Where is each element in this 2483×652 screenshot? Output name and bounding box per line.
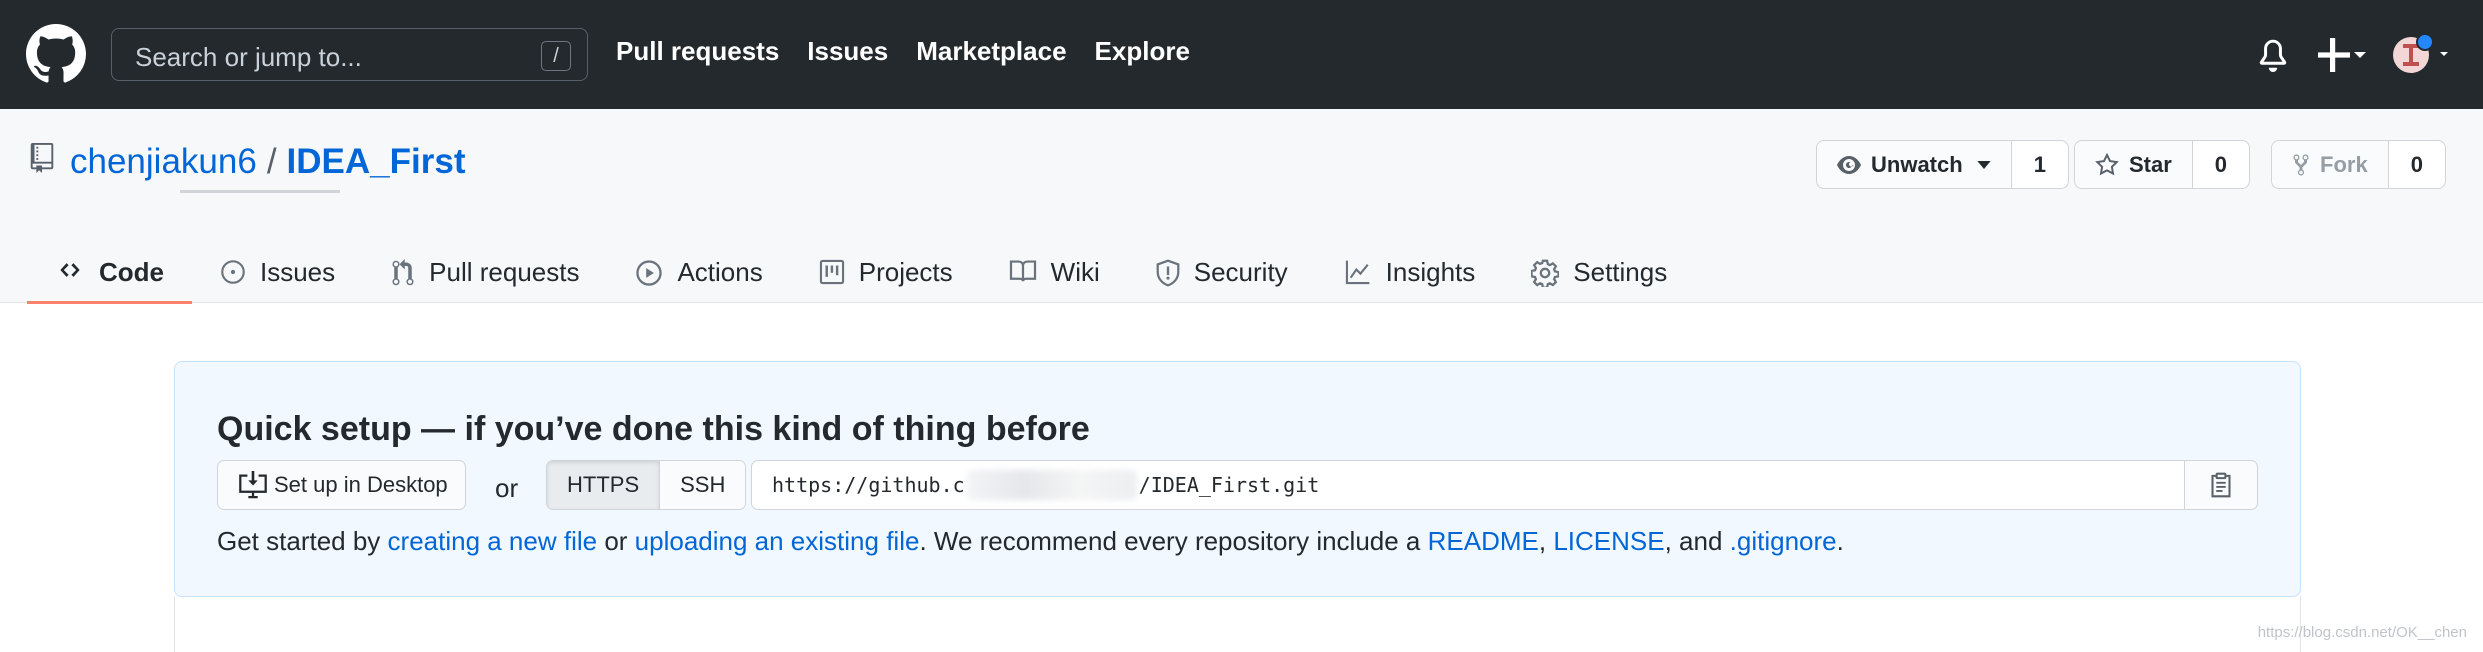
getting-started-text-6: . [1836, 526, 1844, 556]
uploading-existing-file-link[interactable]: uploading an existing file [635, 526, 920, 556]
tab-wiki[interactable]: Wiki [981, 237, 1128, 303]
play-icon [636, 260, 663, 286]
gitignore-link[interactable]: .gitignore [1730, 526, 1837, 556]
tab-settings-label: Settings [1573, 257, 1668, 287]
issue-opened-icon [221, 260, 245, 284]
getting-started-text-4: , [1538, 526, 1554, 556]
tab-code-label: Code [99, 257, 164, 287]
nav-issues[interactable]: Issues [807, 36, 888, 67]
user-menu[interactable] [2390, 33, 2460, 76]
copy-url-button[interactable] [2185, 460, 2258, 510]
watermark: https://blog.csdn.net/OK__chen [2257, 624, 2467, 641]
desktop-download-icon [239, 471, 267, 499]
repo-forked-icon [2293, 153, 2309, 176]
repo-icon [30, 143, 54, 173]
watch-button-group: Unwatch 1 [1816, 140, 2069, 189]
repo-nav-tabs: Code Issues Pull requests Actions Projec… [27, 237, 1695, 304]
search-placeholder: Search or jump to... [135, 42, 362, 72]
global-nav: Pull requests Issues Marketplace Explore [616, 36, 1218, 67]
nav-pull-requests[interactable]: Pull requests [616, 36, 779, 67]
fork-button-group: Fork 0 [2271, 140, 2446, 189]
content-box-continuation [174, 596, 2301, 652]
or-text: or [495, 473, 519, 503]
clone-url-suffix: /IDEA_First.git [1138, 473, 1320, 497]
getting-started-text: Get started by creating a new file or up… [217, 526, 1844, 557]
repo-title-separator: / [266, 142, 277, 181]
code-icon [60, 263, 80, 277]
fork-count[interactable]: 0 [2388, 141, 2445, 188]
project-icon [819, 259, 844, 285]
create-new-plus-icon[interactable] [2318, 36, 2370, 74]
unwatch-label: Unwatch [1871, 151, 1963, 177]
quick-setup-panel: Quick setup — if you’ve done this kind o… [174, 361, 2301, 597]
getting-started-text-3: . We recommend every repository include … [919, 526, 1428, 556]
tab-insights-label: Insights [1385, 257, 1476, 287]
quick-setup-title: Quick setup — if you’ve done this kind o… [217, 410, 1090, 448]
tab-code[interactable]: Code [27, 237, 192, 304]
license-link[interactable]: LICENSE [1553, 526, 1664, 556]
repository-header: chenjiakun6/IDEA_First Unwatch 1 Star 0 … [0, 109, 2483, 304]
tab-hover-underline [180, 190, 340, 193]
tab-pull-requests[interactable]: Pull requests [363, 237, 607, 303]
chevron-down-icon [1977, 160, 1991, 169]
tab-actions[interactable]: Actions [607, 237, 790, 303]
ssh-button[interactable]: SSH [660, 461, 746, 509]
tab-security-label: Security [1193, 257, 1288, 287]
gear-icon [1531, 259, 1560, 287]
tab-projects-label: Projects [858, 257, 953, 287]
star-icon [2095, 152, 2119, 175]
shield-icon [1156, 259, 1180, 287]
tab-security[interactable]: Security [1128, 237, 1316, 303]
fork-label: Fork [2320, 151, 2368, 177]
tab-settings[interactable]: Settings [1503, 237, 1695, 303]
nav-explore[interactable]: Explore [1095, 36, 1190, 67]
unwatch-button[interactable]: Unwatch [1817, 141, 2012, 188]
clipboard-icon [2211, 472, 2231, 498]
readme-link[interactable]: README [1428, 526, 1539, 556]
tab-projects[interactable]: Projects [791, 237, 981, 303]
fork-button[interactable]: Fork [2272, 141, 2389, 188]
tab-issues-label: Issues [260, 257, 336, 287]
set-up-in-desktop-button[interactable]: Set up in Desktop [217, 460, 466, 510]
getting-started-text-5: , and [1664, 526, 1730, 556]
eye-icon [1837, 155, 1861, 174]
repo-owner-link[interactable]: chenjiakun6 [70, 142, 257, 181]
tab-wiki-label: Wiki [1050, 257, 1100, 287]
star-label: Star [2129, 151, 2172, 177]
tab-issues[interactable]: Issues [192, 237, 363, 303]
github-logo-icon[interactable] [26, 24, 86, 84]
search-input[interactable]: Search or jump to... / [111, 28, 588, 81]
tab-actions-label: Actions [677, 257, 763, 287]
getting-started-text-2: or [597, 526, 635, 556]
set-up-in-desktop-label: Set up in Desktop [274, 472, 448, 497]
creating-new-file-link[interactable]: creating a new file [388, 526, 598, 556]
bell-icon[interactable] [2256, 38, 2290, 72]
getting-started-text-1: Get started by [217, 526, 388, 556]
book-icon [1009, 260, 1036, 282]
star-button-group: Star 0 [2074, 140, 2251, 189]
star-button[interactable]: Star [2075, 141, 2193, 188]
clone-url-input[interactable]: https://github.c/IDEA_First.git [751, 460, 2185, 510]
git-pull-request-icon [392, 259, 414, 286]
avatar [2393, 33, 2448, 73]
nav-marketplace[interactable]: Marketplace [916, 36, 1066, 67]
global-header: Search or jump to... / Pull requests Iss… [0, 0, 2483, 109]
search-shortcut-key: / [541, 41, 571, 71]
graph-icon [1345, 260, 1370, 285]
repo-title: chenjiakun6/ IDEA_First [70, 142, 465, 182]
watch-count[interactable]: 1 [2011, 141, 2068, 188]
clone-url-prefix: https://github.c [772, 473, 965, 497]
star-count[interactable]: 0 [2192, 141, 2250, 188]
clone-protocol-toggle: HTTPS SSH [546, 460, 747, 510]
https-button[interactable]: HTTPS [547, 461, 661, 509]
tab-pull-requests-label: Pull requests [429, 257, 580, 287]
tab-insights[interactable]: Insights [1316, 237, 1504, 303]
clone-url-redacted [966, 470, 1137, 500]
repo-name-link[interactable]: IDEA_First [287, 142, 466, 181]
